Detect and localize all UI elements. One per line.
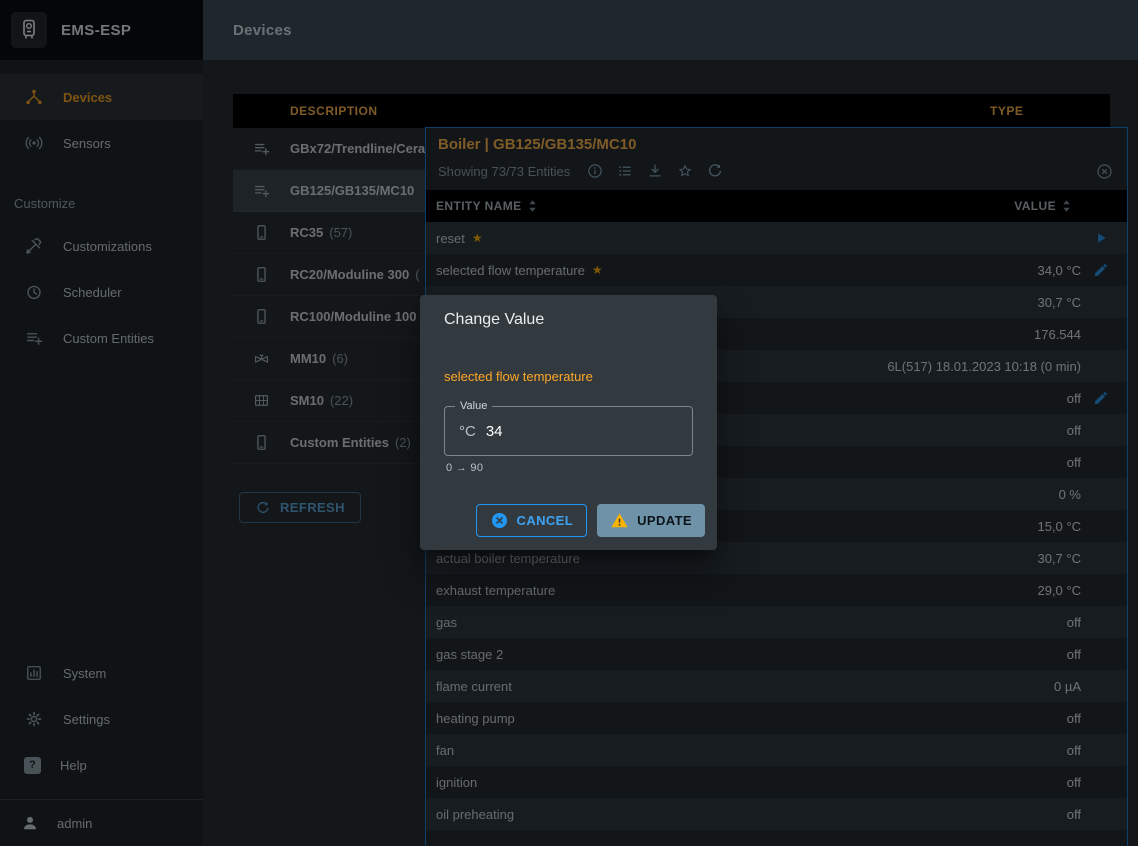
dialog-entity-label: selected flow temperature: [444, 369, 693, 384]
dialog-content: selected flow temperature Value °C 0 → 9…: [420, 343, 717, 474]
value-field-label: Value: [455, 400, 492, 412]
change-value-dialog: Change Value selected flow temperature V…: [420, 295, 717, 550]
cancel-button[interactable]: CANCEL: [476, 504, 588, 537]
dialog-title: Change Value: [420, 295, 717, 343]
warning-icon: [610, 511, 629, 530]
update-button[interactable]: UPDATE: [597, 504, 705, 537]
value-field: Value °C: [444, 406, 693, 456]
value-range-helper: 0 → 90: [446, 462, 693, 474]
dialog-actions: CANCEL UPDATE: [420, 474, 717, 550]
unit-adornment: °C: [459, 423, 476, 440]
cancel-circle-icon: [490, 511, 509, 530]
value-input[interactable]: [486, 423, 656, 440]
ems-esp-app: Devices EMS-ESP Devices Sensors Customiz…: [0, 0, 1138, 846]
